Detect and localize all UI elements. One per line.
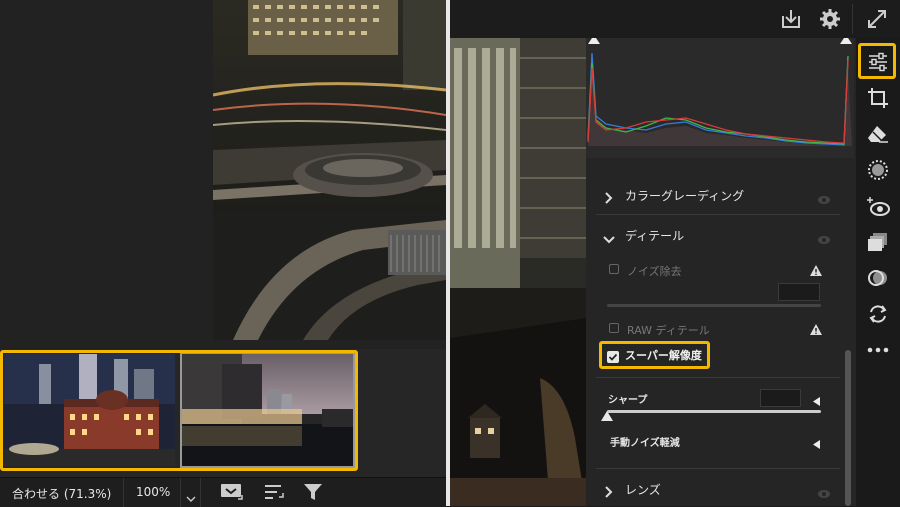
night-city-photo	[213, 0, 446, 340]
slider-handle-icon[interactable]	[601, 406, 613, 425]
section-color-grading[interactable]: カラーグレーディング	[625, 187, 744, 204]
zoomed-photo-preview[interactable]	[450, 38, 586, 506]
zoom-dropdown-icon[interactable]	[186, 488, 196, 507]
section-divider	[596, 468, 840, 469]
sharpen-value-box[interactable]	[760, 389, 801, 407]
triangle-left-icon[interactable]	[812, 435, 821, 454]
red-eye-icon	[867, 197, 890, 216]
noise-removal-slider[interactable]	[607, 304, 821, 307]
crop-tool-button[interactable]	[860, 80, 896, 116]
sharpen-label: シャープ	[608, 395, 648, 406]
more-dots-icon	[867, 347, 889, 353]
sharpen-slider[interactable]	[607, 410, 821, 413]
section-divider	[596, 214, 840, 215]
eye-icon[interactable]	[817, 230, 831, 249]
more-options-button[interactable]	[860, 332, 896, 368]
eye-icon[interactable]	[817, 484, 831, 503]
noise-removal-label: ノイズ除去	[627, 265, 682, 278]
fullscreen-button[interactable]	[866, 8, 888, 34]
toolbar-separator	[200, 478, 201, 507]
zoomed-building-photo	[450, 38, 586, 506]
layers-icon	[868, 233, 887, 251]
section-detail[interactable]: ディテール	[625, 227, 684, 244]
download-tray-icon	[782, 10, 800, 28]
adjust-tool-highlight	[858, 43, 896, 79]
toolbar-separator	[180, 478, 181, 507]
eye-icon[interactable]	[817, 190, 831, 209]
sync-icon	[869, 305, 887, 323]
gear-icon	[820, 9, 840, 29]
manual-noise-label[interactable]: 手動ノイズ軽減	[610, 434, 680, 449]
chevron-down-icon[interactable]	[603, 230, 615, 249]
mask-circle-icon	[868, 160, 888, 180]
filmstrip-view-icon[interactable]	[220, 483, 244, 505]
presets-tool-button[interactable]	[860, 260, 896, 296]
histogram-graph	[586, 38, 854, 158]
red-eye-tool-button[interactable]	[860, 188, 896, 224]
raw-detail-checkbox[interactable]	[609, 323, 619, 333]
main-photo-preview[interactable]	[213, 0, 446, 340]
export-button[interactable]	[780, 8, 802, 34]
histogram	[586, 38, 854, 158]
mask-tool-button[interactable]	[860, 152, 896, 188]
filter-funnel-icon[interactable]	[302, 482, 324, 506]
toolbar-separator	[123, 478, 124, 507]
section-divider	[596, 377, 840, 378]
tool-strip	[856, 38, 900, 506]
crop-icon	[868, 88, 888, 108]
panel-scrollbar[interactable]	[845, 350, 851, 506]
fit-zoom-button[interactable]: 合わせる (71.3%)	[12, 485, 111, 502]
layers-tool-button[interactable]	[860, 224, 896, 260]
section-lens[interactable]: レンズ	[625, 481, 661, 498]
chevron-right-icon[interactable]	[604, 189, 614, 208]
zoom-level-button[interactable]: 100%	[136, 485, 170, 499]
top-toolbar	[450, 0, 900, 38]
sync-tool-button[interactable]	[860, 296, 896, 332]
healing-tool-button[interactable]	[860, 116, 896, 152]
super-resolution-highlight	[599, 341, 710, 369]
eraser-icon	[868, 126, 888, 143]
bottom-toolbar: 合わせる (71.3%) 100%	[0, 477, 446, 507]
sort-list-icon[interactable]	[263, 483, 285, 505]
expand-arrows-icon	[868, 10, 886, 28]
raw-detail-label: RAW ディテール	[627, 324, 710, 337]
filmstrip-selection-highlight	[0, 350, 358, 471]
warning-icon[interactable]	[809, 262, 823, 281]
toolbar-separator	[852, 4, 853, 34]
triangle-left-icon[interactable]	[812, 392, 821, 411]
settings-button[interactable]	[819, 8, 841, 34]
presets-icon	[868, 270, 887, 286]
warning-icon[interactable]	[809, 321, 823, 340]
noise-removal-value-box[interactable]	[778, 283, 820, 301]
chevron-right-icon[interactable]	[604, 483, 614, 502]
noise-removal-checkbox[interactable]	[609, 264, 619, 274]
